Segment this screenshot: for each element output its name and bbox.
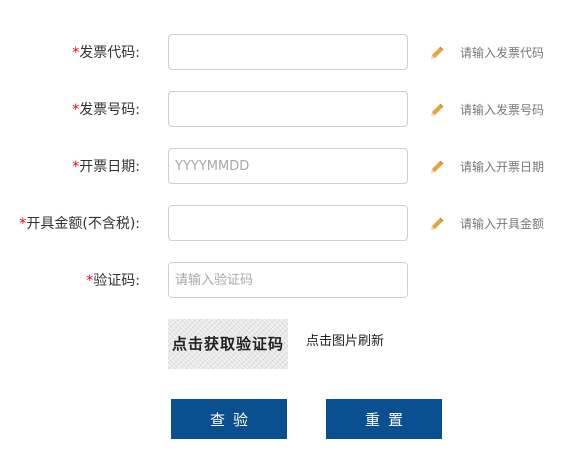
pencil-icon — [431, 160, 444, 173]
captcha-input[interactable] — [168, 262, 408, 298]
invoice-amount-label: *开具金额(不含税): — [19, 216, 140, 232]
refresh-captcha-link[interactable]: 点击图片刷新 — [306, 330, 384, 349]
invoice-amount-hint: 请输入开具金额 — [460, 217, 545, 231]
captcha-image[interactable]: 点击获取验证码 — [168, 319, 288, 369]
invoice-code-input[interactable] — [168, 34, 408, 70]
invoice-code-row: *发票代码: 请输入发票代码 — [0, 34, 569, 72]
invoice-date-label: *开票日期: — [72, 159, 140, 175]
reset-button[interactable]: 重置 — [326, 399, 442, 439]
invoice-date-row: *开票日期: 请输入开票日期 — [0, 148, 569, 186]
invoice-code-hint: 请输入发票代码 — [460, 46, 545, 60]
query-button[interactable]: 查验 — [171, 399, 287, 439]
invoice-code-label: *发票代码: — [72, 45, 140, 61]
captcha-row: *验证码: — [0, 262, 569, 300]
invoice-number-label: *发票号码: — [72, 102, 140, 118]
pencil-icon — [431, 46, 444, 59]
invoice-number-hint: 请输入发票号码 — [460, 103, 545, 117]
pencil-icon — [431, 103, 444, 116]
invoice-date-input[interactable] — [168, 148, 408, 184]
invoice-number-input[interactable] — [168, 91, 408, 127]
invoice-number-row: *发票号码: 请输入发票号码 — [0, 91, 569, 129]
invoice-amount-row: *开具金额(不含税): 请输入开具金额 — [0, 205, 569, 243]
captcha-label: *验证码: — [86, 273, 140, 289]
invoice-date-hint: 请输入开票日期 — [460, 160, 545, 174]
pencil-icon — [431, 217, 444, 230]
invoice-amount-input[interactable] — [168, 205, 408, 241]
